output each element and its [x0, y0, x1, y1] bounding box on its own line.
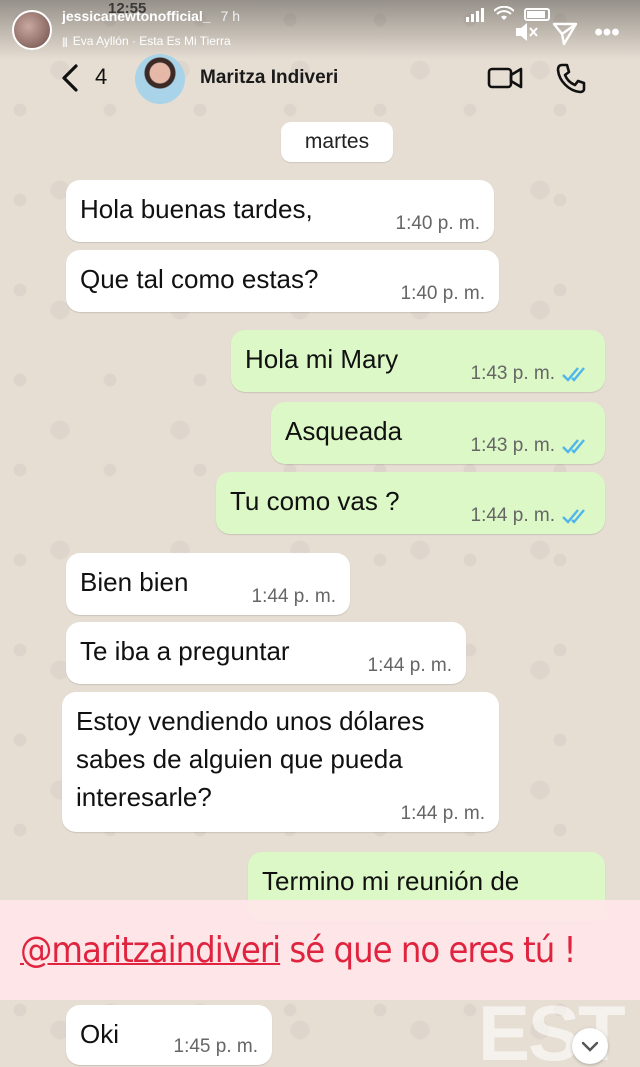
message-time: 1:44 p. m. — [470, 505, 556, 526]
message-time: 1:44 p. m. — [400, 803, 486, 824]
message-meta: 1:44 p. m. — [252, 585, 337, 609]
message-time: 1:45 p. m. — [173, 1036, 259, 1057]
message-bubble[interactable]: Hola mi Mary 1:43 p. m. — [231, 330, 605, 392]
unread-count[interactable]: 4 — [95, 64, 107, 90]
message-bubble[interactable]: Que tal como estas? 1:40 p. m. — [66, 250, 499, 312]
story-username[interactable]: jessicanewtonofficial_ — [62, 8, 211, 24]
read-receipt-icon — [562, 439, 585, 454]
caption-mention[interactable]: @maritzaindiveri — [20, 930, 281, 971]
message-text: Te iba a preguntar — [80, 636, 290, 666]
music-bars-icon: ||| — [62, 37, 68, 48]
message-text: Hola buenas tardes, — [80, 194, 313, 224]
message-bubble[interactable]: Hola buenas tardes, 1:40 p. m. — [66, 180, 494, 242]
message-bubble[interactable]: Asqueada 1:43 p. m. — [271, 402, 605, 464]
story-caption: @maritzaindiveri sé que no eres tú ! — [20, 930, 576, 971]
message-meta: 1:45 p. m. — [174, 1035, 259, 1059]
message-bubble[interactable]: Estoy vendiendo unos dólares sabes de al… — [62, 692, 499, 832]
message-text: Bien bien — [80, 567, 189, 597]
message-time: 1:44 p. m. — [251, 586, 337, 607]
message-time: 1:43 p. m. — [470, 363, 556, 384]
wifi-icon — [494, 6, 514, 20]
message-text: Estoy vendiendo unos dólares sabes de al… — [76, 706, 425, 812]
message-text: Tu como vas ? — [230, 486, 400, 516]
read-receipt-icon — [562, 367, 585, 382]
message-bubble[interactable]: Oki 1:45 p. m. — [66, 1005, 272, 1065]
message-text: Hola mi Mary — [245, 344, 399, 374]
message-text: Oki — [80, 1019, 119, 1049]
more-options-icon[interactable]: ••• — [592, 18, 622, 48]
message-meta: 1:44 p. m. — [471, 504, 592, 528]
message-meta: 1:44 p. m. — [368, 654, 453, 678]
story-avatar[interactable] — [12, 10, 52, 50]
contact-name[interactable]: Maritza Indiveri — [200, 67, 338, 89]
message-bubble[interactable]: Bien bien 1:44 p. m. — [66, 553, 350, 615]
story-time: 7 h — [220, 8, 241, 24]
message-text: Asqueada — [285, 416, 403, 446]
send-icon[interactable] — [552, 20, 578, 46]
phone-call-icon[interactable] — [556, 62, 586, 94]
message-meta: 1:40 p. m. — [396, 212, 481, 236]
signal-icon — [466, 6, 484, 22]
message-bubble[interactable]: Te iba a preguntar 1:44 p. m. — [66, 622, 466, 684]
message-meta: 1:40 p. m. — [401, 282, 486, 306]
message-bubble[interactable]: Tu como vas ? 1:44 p. m. — [216, 472, 605, 534]
message-meta: 1:43 p. m. — [471, 362, 592, 386]
chat-header: 4 Maritza Indiveri — [0, 50, 640, 106]
read-receipt-icon — [562, 509, 585, 524]
scroll-down-icon[interactable] — [572, 1028, 608, 1064]
message-time: 1:40 p. m. — [395, 213, 481, 234]
mute-icon[interactable] — [512, 18, 540, 46]
date-separator: martes — [281, 122, 393, 162]
contact-avatar[interactable] — [135, 54, 185, 104]
message-text: Que tal como estas? — [80, 264, 319, 294]
message-time: 1:40 p. m. — [400, 283, 486, 304]
caption-text: sé que no eres tú ! — [280, 930, 576, 971]
message-meta: 1:44 p. m. — [401, 802, 486, 826]
story-music-title: Eva Ayllón · Esta Es Mi Tierra — [72, 34, 231, 48]
story-username-row[interactable]: jessicanewtonofficial_ 7 h — [62, 8, 240, 24]
back-arrow-icon[interactable] — [58, 63, 82, 93]
message-meta: 1:43 p. m. — [471, 434, 592, 458]
message-time: 1:43 p. m. — [470, 435, 556, 456]
message-time: 1:44 p. m. — [367, 655, 453, 676]
story-music[interactable]: ||| Eva Ayllón · Esta Es Mi Tierra — [62, 34, 231, 48]
message-text: Termino mi reunión de — [262, 866, 520, 896]
video-call-icon[interactable] — [487, 64, 523, 92]
